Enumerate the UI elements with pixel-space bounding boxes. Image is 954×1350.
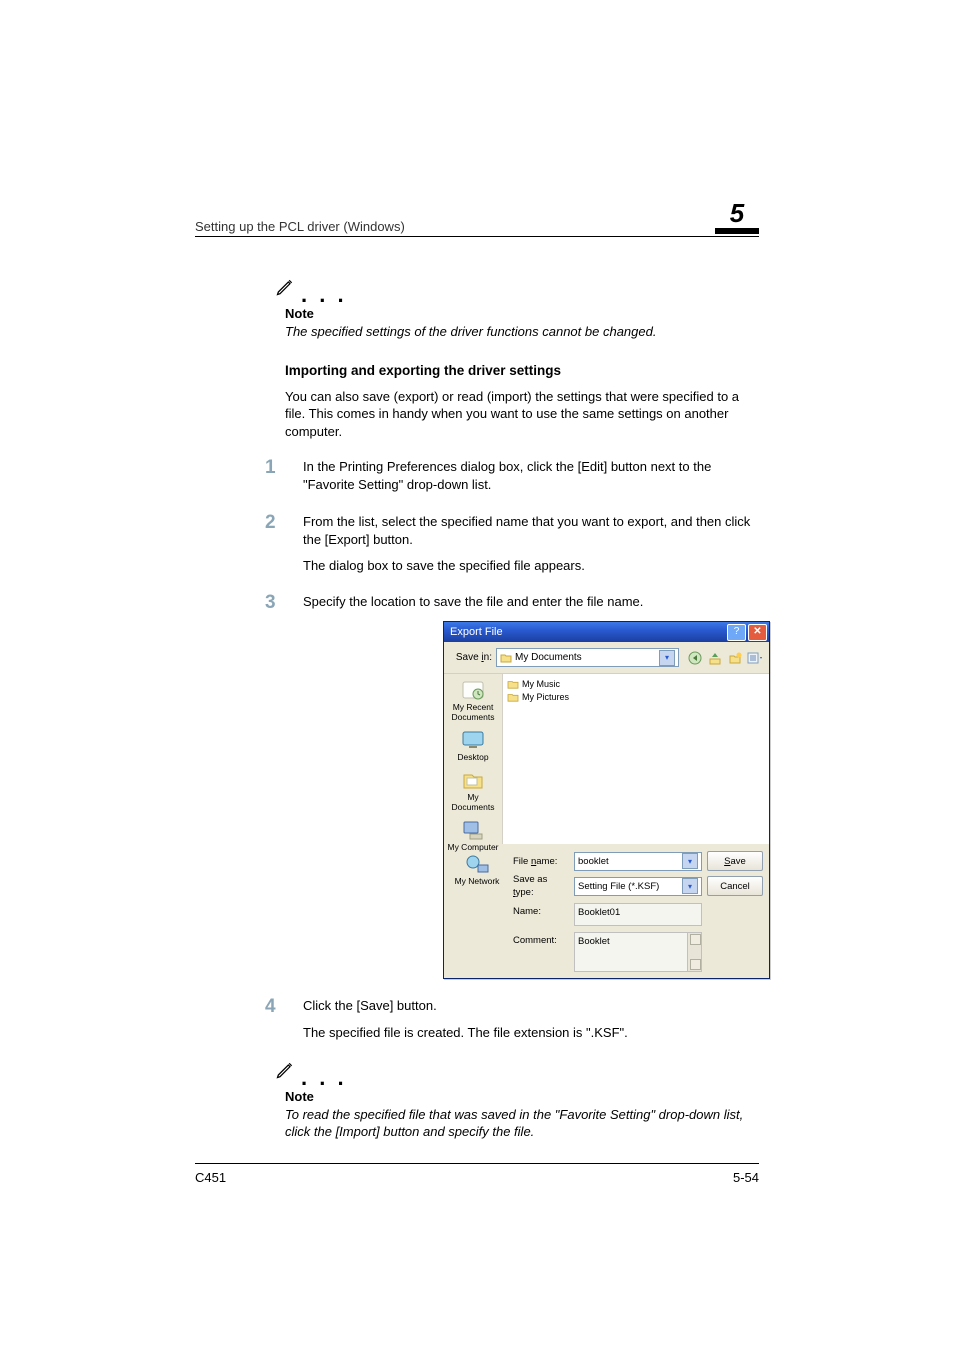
save-in-select[interactable]: My Documents ▾ [496,648,679,667]
desktop-icon [459,728,487,752]
recent-icon [459,678,487,702]
folder-icon [500,652,512,663]
note-label: Note [285,306,759,321]
note-body-bottom: To read the specified file that was save… [285,1106,759,1141]
mynetwork-icon [463,852,491,876]
place-mynetwork[interactable]: My Network [450,850,504,886]
dialog-toolbar [687,650,763,666]
views-icon[interactable] [747,650,763,666]
note-icon-row: . . . [275,277,759,302]
step-4-text: Click the [Save] button. [303,998,437,1013]
pen-icon [275,277,295,302]
step-1: In the Printing Preferences dialog box, … [265,458,759,494]
file-list[interactable]: My Music My Pictures [502,674,769,844]
saveastype-select[interactable]: Setting File (*.KSF) ▾ [574,877,702,896]
note-icon-row-bottom: . . . [275,1060,759,1085]
step-1-text: In the Printing Preferences dialog box, … [303,459,711,492]
name-row: Name: Booklet01 [444,903,769,932]
note-dots: . . . [301,1073,347,1085]
page-header: Setting up the PCL driver (Windows) 5 [195,200,759,237]
comment-label: Comment: [513,932,569,947]
place-desktop[interactable]: Desktop [446,728,500,762]
dialog-title: Export File [450,625,725,640]
place-recent[interactable]: My Recent Documents [446,678,500,722]
dialog-body: My Recent Documents Desktop My Documents [444,674,769,844]
save-in-row: Save in: My Documents ▾ [444,642,769,674]
pen-icon [275,1060,295,1085]
section-title: Setting up the PCL driver (Windows) [195,219,405,234]
steps-list: In the Printing Preferences dialog box, … [265,458,759,1042]
step-4: Click the [Save] button. The specified f… [265,997,759,1041]
note-label-bottom: Note [285,1089,759,1104]
folder-my-pictures[interactable]: My Pictures [507,690,765,703]
back-icon[interactable] [687,650,703,666]
filename-input[interactable]: booklet ▾ [574,852,702,871]
step-2: From the list, select the specified name… [265,513,759,576]
step-2-text: From the list, select the specified name… [303,514,750,547]
note-dots: . . . [301,290,347,302]
close-button[interactable]: ✕ [748,624,767,641]
step-3-text: Specify the location to save the file an… [303,594,643,609]
chevron-down-icon[interactable]: ▾ [682,853,698,869]
folder-my-music[interactable]: My Music [507,677,765,690]
export-file-dialog: Export File ? ✕ Save in: My Documents ▾ [443,621,770,979]
step-3: Specify the location to save the file an… [265,593,759,979]
file-fields: My Network File name: booklet ▾ Save [444,844,769,903]
saveastype-label: Save as type: [513,873,569,900]
filename-label: File name: [513,855,569,868]
mycomputer-icon [459,818,487,842]
name-label: Name: [513,903,569,918]
chevron-down-icon[interactable]: ▾ [659,650,675,666]
mydocs-icon [459,768,487,792]
step-2-sub: The dialog box to save the specified fil… [303,557,759,575]
cancel-button[interactable]: Cancel [707,876,763,896]
step-4-sub: The specified file is created. The file … [303,1024,759,1042]
name-value: Booklet01 [574,903,702,926]
comment-value: Booklet [574,932,702,972]
place-mydocs[interactable]: My Documents [446,768,500,812]
place-mycomputer[interactable]: My Computer [446,818,500,852]
intro-paragraph: You can also save (export) or read (impo… [285,388,759,441]
dialog-titlebar[interactable]: Export File ? ✕ [444,622,769,642]
subheading: Importing and exporting the driver setti… [285,363,759,378]
save-in-label: Save in: [450,651,492,665]
folder-icon [507,679,519,689]
save-button[interactable]: Save [707,851,763,871]
folder-icon [507,692,519,702]
chevron-down-icon[interactable]: ▾ [682,878,698,894]
page-footer: C451 5-54 [195,1163,759,1185]
note-body-top: The specified settings of the driver fun… [285,323,759,341]
help-button[interactable]: ? [727,624,746,641]
new-folder-icon[interactable] [727,650,743,666]
up-icon[interactable] [707,650,723,666]
save-in-value: My Documents [515,651,656,665]
places-bar: My Recent Documents Desktop My Documents [444,674,502,844]
footer-model: C451 [195,1170,226,1185]
footer-page: 5-54 [733,1170,759,1185]
chapter-number: 5 [715,200,759,234]
comment-row: Comment: Booklet [444,932,769,978]
scrollbar-stub [687,933,701,971]
